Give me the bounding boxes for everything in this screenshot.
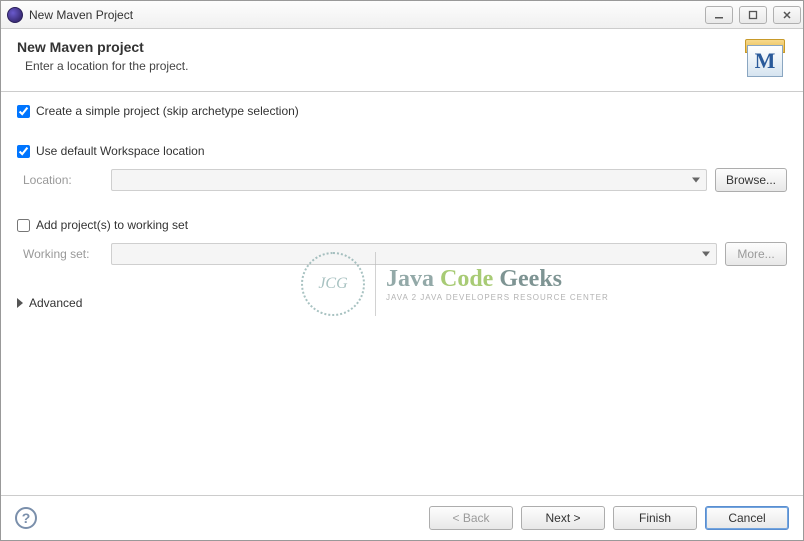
back-button[interactable]: < Back: [429, 506, 513, 530]
next-button[interactable]: Next >: [521, 506, 605, 530]
more-button[interactable]: More...: [725, 242, 787, 266]
working-set-checkbox-row: Add project(s) to working set: [17, 218, 787, 232]
default-workspace-label[interactable]: Use default Workspace location: [36, 144, 205, 158]
maven-folder-icon: M: [743, 39, 787, 79]
working-set-label[interactable]: Add project(s) to working set: [36, 218, 188, 232]
window-title: New Maven Project: [29, 8, 705, 22]
window-controls: [705, 6, 801, 24]
cancel-button[interactable]: Cancel: [705, 506, 789, 530]
advanced-label: Advanced: [29, 296, 82, 310]
dropdown-caret-icon: [702, 252, 710, 257]
page-title: New Maven project: [17, 39, 731, 55]
simple-project-label[interactable]: Create a simple project (skip archetype …: [36, 104, 299, 118]
content-area: Create a simple project (skip archetype …: [1, 92, 803, 495]
expand-caret-icon: [17, 298, 23, 308]
dropdown-caret-icon: [692, 178, 700, 183]
simple-project-checkbox-row: Create a simple project (skip archetype …: [17, 104, 787, 118]
page-description: Enter a location for the project.: [17, 59, 731, 73]
help-button[interactable]: ?: [15, 507, 37, 529]
location-label: Location:: [23, 173, 103, 187]
finish-button[interactable]: Finish: [613, 506, 697, 530]
eclipse-icon: [7, 7, 23, 23]
minimize-button[interactable]: [705, 6, 733, 24]
working-set-field-label: Working set:: [23, 247, 103, 261]
default-workspace-checkbox[interactable]: [17, 145, 30, 158]
titlebar: New Maven Project: [1, 1, 803, 29]
location-row: Location: Browse...: [23, 168, 787, 192]
close-button[interactable]: [773, 6, 801, 24]
location-combo: [111, 169, 707, 191]
working-set-checkbox[interactable]: [17, 219, 30, 232]
wizard-header: New Maven project Enter a location for t…: [1, 29, 803, 92]
simple-project-checkbox[interactable]: [17, 105, 30, 118]
button-bar: ? < Back Next > Finish Cancel: [1, 495, 803, 540]
browse-button[interactable]: Browse...: [715, 168, 787, 192]
advanced-expander[interactable]: Advanced: [17, 296, 787, 310]
working-set-row: Working set: More...: [23, 242, 787, 266]
default-workspace-checkbox-row: Use default Workspace location: [17, 144, 787, 158]
maximize-button[interactable]: [739, 6, 767, 24]
working-set-combo: [111, 243, 717, 265]
